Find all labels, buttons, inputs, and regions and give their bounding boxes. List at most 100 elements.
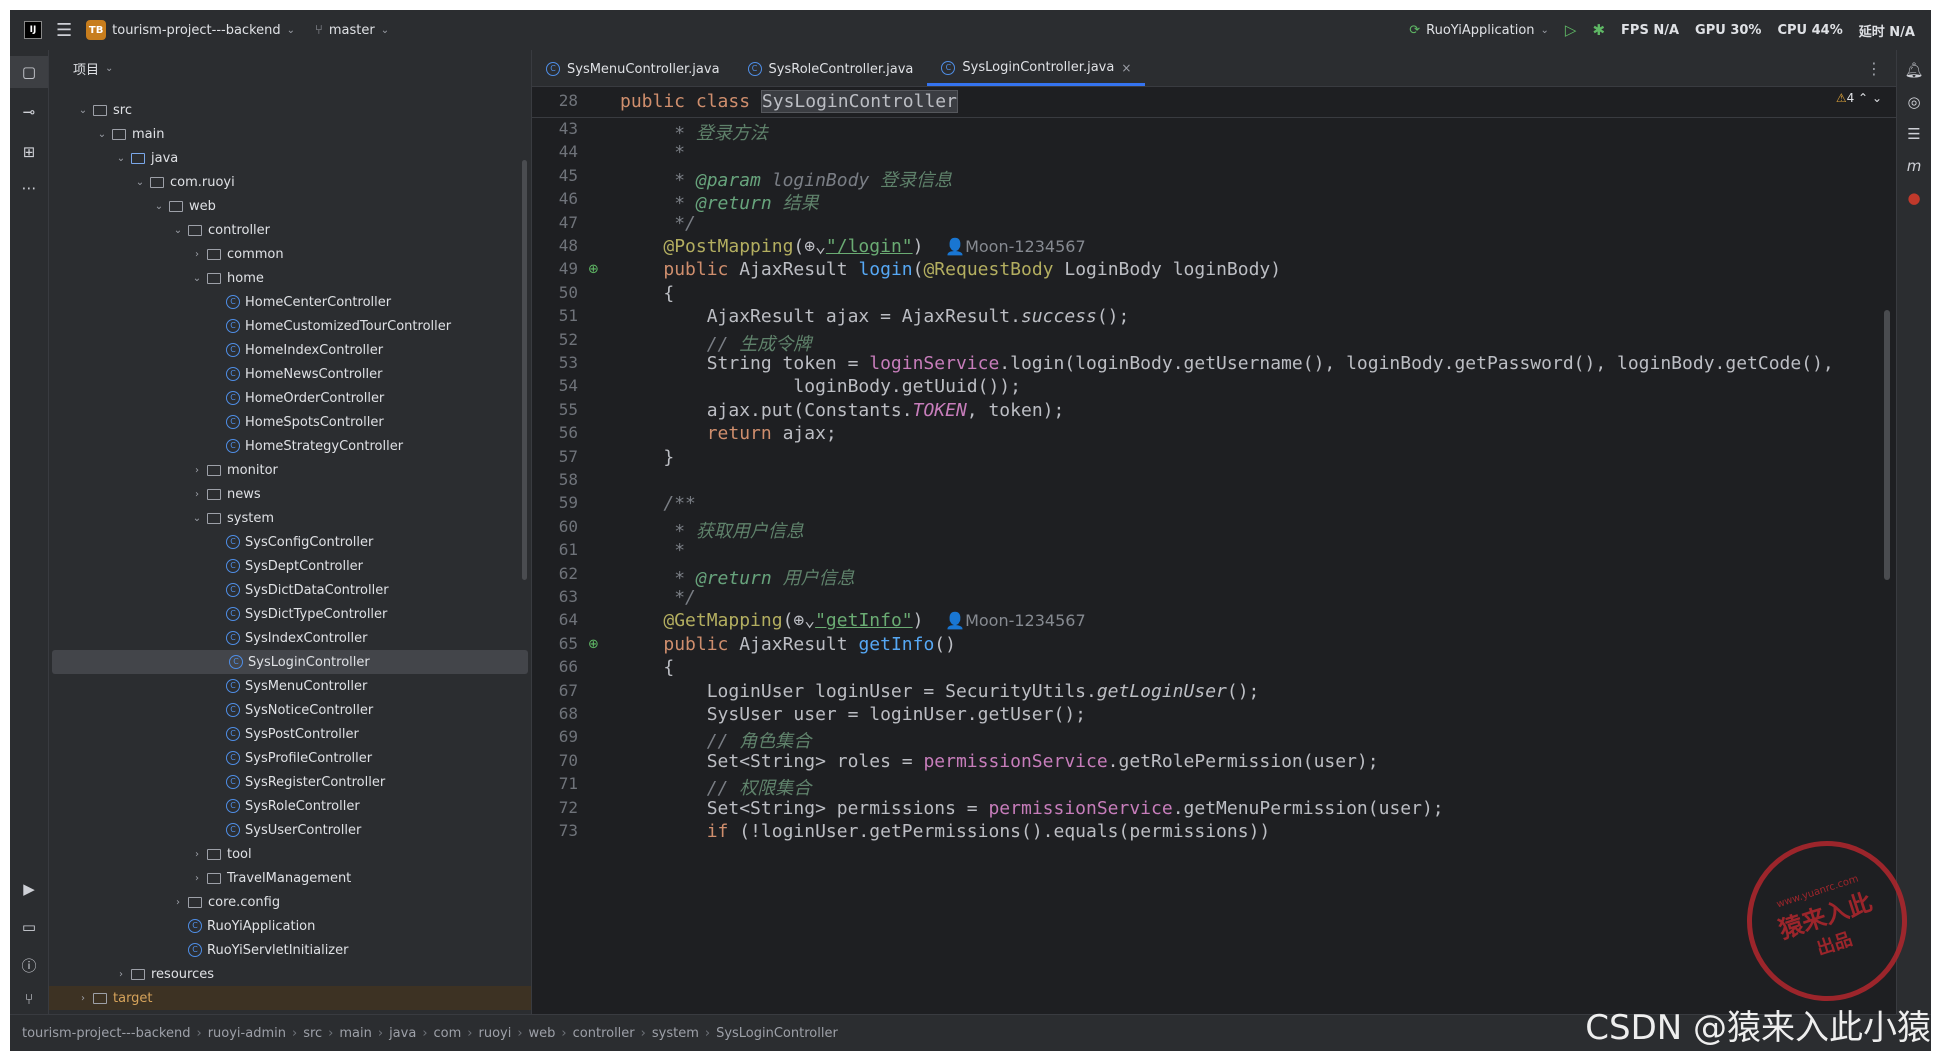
code-line[interactable]: */ [620, 213, 696, 234]
code-line[interactable]: @GetMapping(⊕⌄"getInfo") 👤Moon-1234567 [620, 610, 1085, 631]
tree-class-item[interactable]: C HomeStrategyController [49, 434, 531, 458]
notifications-icon[interactable]: 🔔︎ [1897, 54, 1931, 86]
tree-folder-item[interactable]: › resources [49, 962, 531, 986]
breadcrumb-item[interactable]: ruoyi [478, 1026, 511, 1041]
breadcrumb-item[interactable]: SysLoginController [716, 1026, 838, 1041]
tree-class-item[interactable]: C SysDictDataController [49, 578, 531, 602]
tree-folder-item[interactable]: ⌄ home [49, 266, 531, 290]
tree-folder-item[interactable]: ⌄ system [49, 506, 531, 530]
tree-folder-item[interactable]: ⌄ src [49, 98, 531, 122]
chevron-down-icon[interactable]: ⌄ [190, 513, 204, 524]
code-line[interactable]: loginBody.getUuid()); [620, 376, 1021, 397]
tree-folder-item[interactable]: › core.config [49, 890, 531, 914]
code-line[interactable]: // 权限集合 [620, 774, 812, 800]
project-folder-icon[interactable]: ▢ [10, 56, 48, 88]
tree-class-item[interactable]: C SysLoginController [52, 650, 528, 674]
chevron-right-icon[interactable]: › [171, 897, 185, 908]
code-line[interactable]: */ [620, 587, 696, 608]
breadcrumb-item[interactable]: ruoyi-admin [208, 1026, 286, 1041]
code-line[interactable]: * @param loginBody 登录信息 [620, 166, 952, 192]
chevron-down-icon[interactable]: ⌄ [133, 177, 147, 188]
chevron-down-icon[interactable]: ⌄ [95, 129, 109, 140]
code-line[interactable]: * 获取用户信息 [620, 517, 804, 543]
breadcrumb-item[interactable]: web [529, 1026, 556, 1041]
code-line[interactable]: * @return 用户信息 [620, 564, 854, 590]
code-line[interactable]: @PostMapping(⊕⌄"/login") 👤Moon-1234567 [620, 236, 1085, 257]
code-line[interactable]: Set<String> roles = permissionService.ge… [620, 751, 1379, 772]
chevron-right-icon[interactable]: › [190, 873, 204, 884]
tree-class-item[interactable]: C SysConfigController [49, 530, 531, 554]
code-line[interactable]: * [620, 540, 685, 561]
tree-folder-item[interactable]: › news [49, 482, 531, 506]
tree-folder-item[interactable]: › tool [49, 842, 531, 866]
tree-class-item[interactable]: C HomeOrderController [49, 386, 531, 410]
code-line[interactable]: return ajax; [620, 423, 837, 444]
code-line[interactable]: // 生成令牌 [620, 330, 812, 356]
tree-class-item[interactable]: C HomeCustomizedTourController [49, 314, 531, 338]
breadcrumb-item[interactable]: controller [573, 1026, 635, 1041]
terminal-icon[interactable]: ▭ [10, 911, 48, 943]
tree-folder-item[interactable]: ⌄ com.ruoyi [49, 170, 531, 194]
tree-class-item[interactable]: C RuoYiServletInitializer [49, 938, 531, 962]
tree-folder-item[interactable]: › common [49, 242, 531, 266]
tree-class-item[interactable]: C HomeSpotsController [49, 410, 531, 434]
chevron-down-icon[interactable]: ⌄ [152, 201, 166, 212]
code-line[interactable]: if (!loginUser.getPermissions().equals(p… [620, 821, 1271, 842]
run-config-selector[interactable]: ⟳ RuoYiApplication ⌄ [1409, 23, 1549, 38]
tree-folder-item[interactable]: ⌄ controller [49, 218, 531, 242]
chevron-right-icon[interactable]: › [190, 465, 204, 476]
git-icon[interactable]: ⑂ [10, 983, 48, 1015]
tree-class-item[interactable]: C SysIndexController [49, 626, 531, 650]
code-line[interactable]: public class SysLoginController [620, 90, 958, 113]
code-line[interactable]: Set<String> permissions = permissionServ… [620, 798, 1444, 819]
problems-icon[interactable]: ⓘ [10, 949, 48, 981]
breadcrumb-item[interactable]: src [303, 1026, 322, 1041]
commit-icon[interactable]: ⊸ [10, 96, 48, 128]
tree-folder-item[interactable]: › target [49, 986, 531, 1010]
inspection-widget[interactable]: ⚠4 ⌃ ⌄ [1836, 91, 1882, 105]
database-icon[interactable]: ☰ [1897, 118, 1931, 150]
editor-scrollbar[interactable] [1884, 310, 1890, 580]
services-icon[interactable]: ▶ [10, 873, 48, 905]
main-menu-button[interactable]: ☰ [56, 20, 72, 41]
breadcrumb-item[interactable]: com [434, 1026, 462, 1041]
tree-class-item[interactable]: C SysRegisterController [49, 770, 531, 794]
editor-tab[interactable]: C SysLoginController.java × [927, 52, 1146, 86]
code-line[interactable]: // 角色集合 [620, 727, 812, 753]
breadcrumb-item[interactable]: main [339, 1026, 371, 1041]
tree-class-item[interactable]: C SysDictTypeController [49, 602, 531, 626]
chevron-right-icon[interactable]: › [190, 849, 204, 860]
code-line[interactable]: String token = loginService.login(loginB… [620, 353, 1834, 374]
code-line[interactable]: public AjaxResult getInfo() [620, 634, 956, 655]
code-line[interactable]: * 登录方法 [620, 119, 768, 145]
more-icon[interactable]: ⋯ [10, 172, 48, 204]
endpoint-gutter-icon[interactable]: ⊕ [588, 637, 604, 653]
tree-class-item[interactable]: C SysNoticeController [49, 698, 531, 722]
tree-class-item[interactable]: C SysRoleController [49, 794, 531, 818]
project-panel-header[interactable]: 项目 ⌄ [49, 50, 531, 86]
ai-assistant-icon[interactable]: ◎ [1897, 86, 1931, 118]
code-line[interactable]: public AjaxResult login(@RequestBody Log… [620, 259, 1281, 280]
tree-class-item[interactable]: C HomeNewsController [49, 362, 531, 386]
code-line[interactable]: /** [620, 493, 696, 514]
code-line[interactable]: } [620, 447, 674, 468]
endpoint-gutter-icon[interactable]: ⊕ [588, 262, 604, 278]
tree-folder-item[interactable]: ⌄ web [49, 194, 531, 218]
code-line[interactable]: { [620, 283, 674, 304]
breadcrumb-item[interactable]: system [652, 1026, 699, 1041]
project-switcher[interactable]: TB tourism-project---backend ⌄ [86, 20, 295, 40]
chevron-right-icon[interactable]: › [190, 249, 204, 260]
tree-class-item[interactable]: C RuoYiApplication [49, 914, 531, 938]
tree-folder-item[interactable]: ⌄ main [49, 122, 531, 146]
chevron-down-icon[interactable]: ⌄ [114, 153, 128, 164]
code-editor[interactable]: 28 public class SysLoginController 43 * 登录… [532, 87, 1896, 1017]
debug-icon[interactable]: ✱ [1592, 21, 1605, 39]
editor-tab[interactable]: C SysRoleController.java [734, 52, 928, 86]
editor-tab[interactable]: C SysMenuController.java [532, 52, 734, 86]
chevron-down-icon[interactable]: ⌄ [76, 105, 90, 116]
tree-folder-item[interactable]: ⌄ java [49, 146, 531, 170]
code-line[interactable]: { [620, 657, 674, 678]
tree-folder-item[interactable]: › monitor [49, 458, 531, 482]
tree-class-item[interactable]: C SysProfileController [49, 746, 531, 770]
plugin-icon[interactable]: ● [1897, 182, 1931, 214]
